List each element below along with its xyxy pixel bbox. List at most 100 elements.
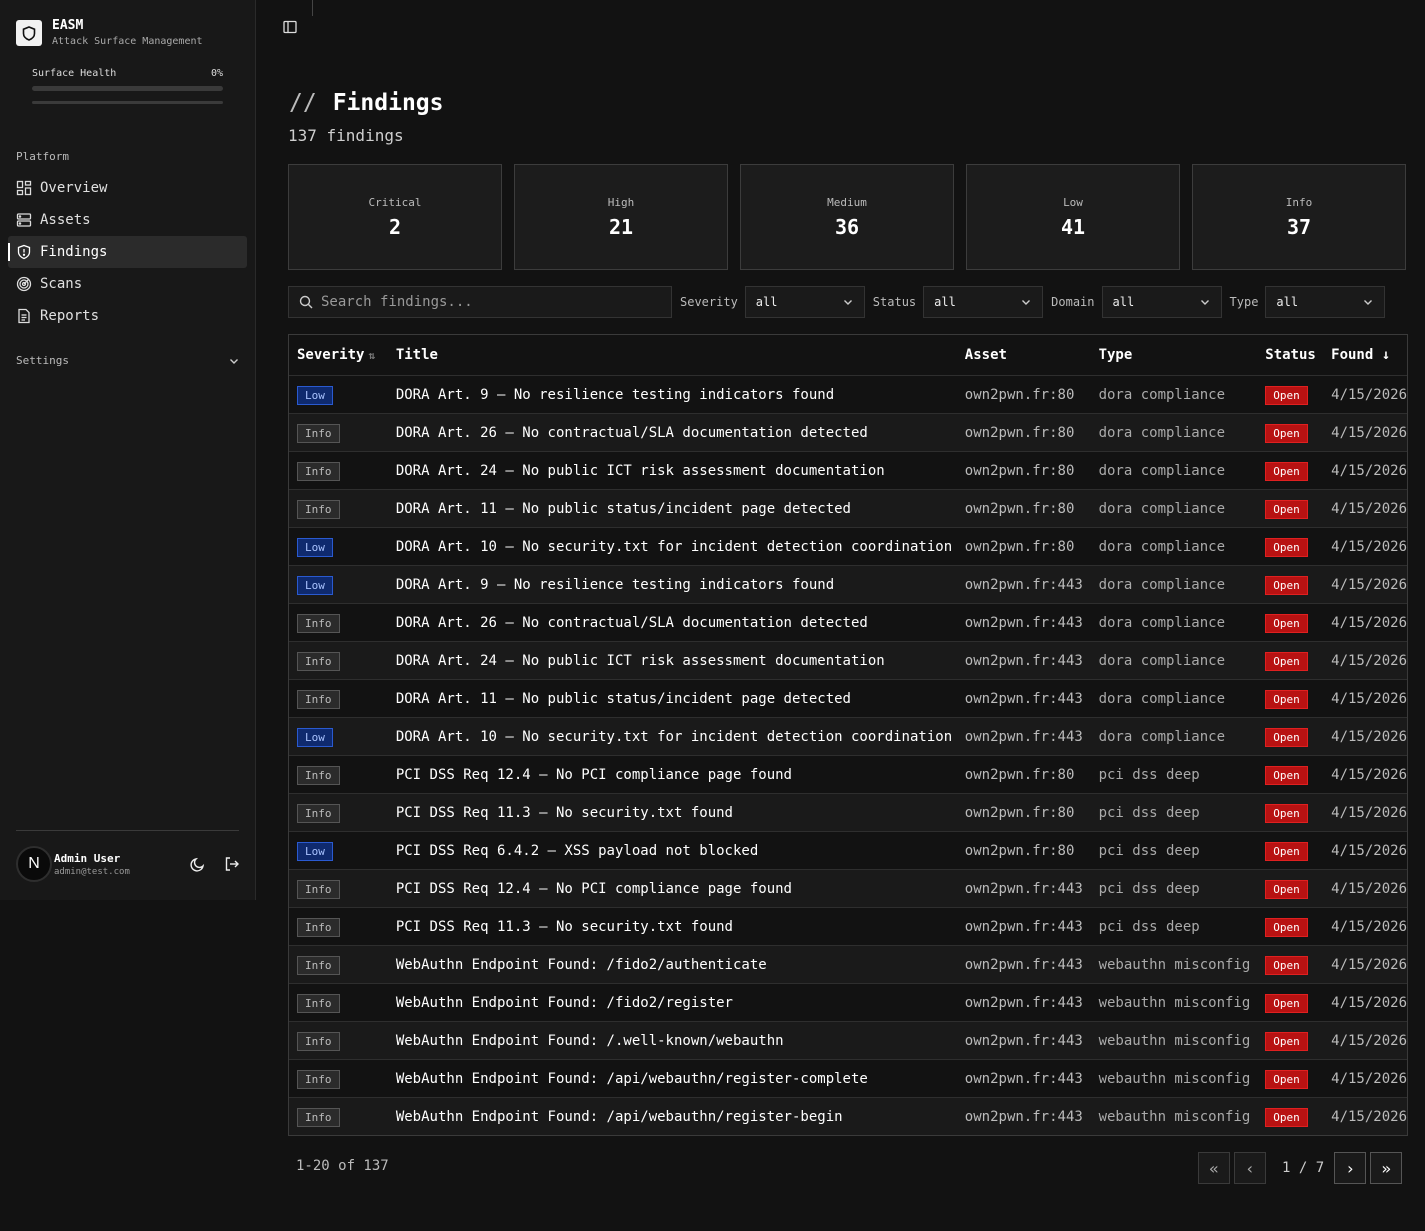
- status-badge: Open: [1265, 500, 1308, 519]
- chevron-left-icon: ‹: [1245, 1158, 1255, 1178]
- table-row[interactable]: Info PCI DSS Req 11.3 — No security.txt f…: [289, 907, 1407, 945]
- logout-icon[interactable]: [224, 856, 240, 872]
- finding-date: 4/15/2026: [1331, 1032, 1407, 1049]
- table-row[interactable]: Low DORA Art. 10 — No security.txt for in…: [289, 527, 1407, 565]
- status-badge: Open: [1265, 1108, 1308, 1127]
- card-medium[interactable]: Medium 36: [740, 164, 954, 270]
- table-row[interactable]: Info WebAuthn Endpoint Found: /fido2/regi…: [289, 983, 1407, 1021]
- table-row[interactable]: Low DORA Art. 9 — No resilience testing i…: [289, 375, 1407, 413]
- table-row[interactable]: Info DORA Art. 24 — No public ICT risk as…: [289, 451, 1407, 489]
- prev-page-button[interactable]: ‹: [1234, 1152, 1266, 1184]
- avatar[interactable]: N: [16, 846, 52, 882]
- card-high[interactable]: High 21: [514, 164, 728, 270]
- finding-type: webauthn misconfig: [1098, 1108, 1251, 1125]
- finding-title: DORA Art. 9 — No resilience testing indi…: [395, 386, 835, 403]
- table-row[interactable]: Info PCI DSS Req 12.4 — No PCI compliance…: [289, 755, 1407, 793]
- health-label: Surface Health: [32, 68, 117, 79]
- severity-badge: Info: [297, 614, 340, 633]
- table-row[interactable]: Info WebAuthn Endpoint Found: /.well-know…: [289, 1021, 1407, 1059]
- severity-badge: Info: [297, 500, 340, 519]
- severity-summary: Critical 2 High 21 Medium 36 Low 41 Info 37: [288, 164, 1406, 270]
- first-page-button[interactable]: «: [1198, 1152, 1230, 1184]
- sidebar-item-findings[interactable]: Findings: [8, 236, 247, 268]
- sidebar-divider: [16, 830, 239, 831]
- chevrons-right-icon: »: [1381, 1158, 1391, 1178]
- finding-date: 4/15/2026: [1331, 614, 1407, 631]
- last-page-button[interactable]: »: [1370, 1152, 1403, 1184]
- finding-asset: own2pwn.fr:443: [964, 994, 1083, 1011]
- finding-title: PCI DSS Req 11.3 — No security.txt found: [395, 918, 733, 935]
- user-menu[interactable]: N Admin User admin@test.com: [16, 844, 240, 884]
- finding-asset: own2pwn.fr:443: [964, 614, 1083, 631]
- finding-title: DORA Art. 24 — No public ICT risk assess…: [395, 462, 885, 479]
- table-row[interactable]: Info WebAuthn Endpoint Found: /api/webaut…: [289, 1059, 1407, 1097]
- status-badge: Open: [1265, 918, 1308, 937]
- page-title: //Findings: [289, 90, 444, 116]
- card-label: Info: [1285, 195, 1313, 209]
- column-status[interactable]: Status: [1265, 347, 1331, 363]
- settings-label: Settings: [16, 354, 69, 367]
- table-row[interactable]: Info DORA Art. 11 — No public status/inci…: [289, 489, 1407, 527]
- table-row[interactable]: Info WebAuthn Endpoint Found: /api/webaut…: [289, 1097, 1407, 1135]
- finding-title: WebAuthn Endpoint Found: /api/webauthn/r…: [395, 1108, 843, 1125]
- table-row[interactable]: Info DORA Art. 26 — No contractual/SLA do…: [289, 413, 1407, 451]
- table-row[interactable]: Info DORA Art. 24 — No public ICT risk as…: [289, 641, 1407, 679]
- card-value: 36: [834, 214, 860, 239]
- column-type[interactable]: Type: [1099, 347, 1266, 363]
- severity-select[interactable]: all: [744, 286, 865, 318]
- table-row[interactable]: Low DORA Art. 10 — No security.txt for in…: [289, 717, 1407, 755]
- column-severity[interactable]: Severity ⇅: [289, 347, 396, 363]
- finding-asset: own2pwn.fr:80: [964, 804, 1075, 821]
- chevron-down-icon: [1364, 300, 1373, 305]
- finding-date: 4/15/2026: [1331, 804, 1407, 821]
- finding-type: dora compliance: [1098, 614, 1225, 631]
- domain-select[interactable]: all: [1101, 286, 1222, 318]
- app-subtitle: Attack Surface Management: [52, 36, 203, 47]
- severity-badge: Info: [297, 690, 340, 709]
- finding-date: 4/15/2026: [1331, 728, 1407, 745]
- severity-badge: Info: [297, 766, 340, 785]
- table-row[interactable]: Low PCI DSS Req 6.4.2 — XSS payload not b…: [289, 831, 1407, 869]
- table-row[interactable]: Info PCI DSS Req 12.4 — No PCI compliance…: [289, 869, 1407, 907]
- finding-type: pci dss deep: [1098, 842, 1200, 859]
- moon-icon[interactable]: [190, 856, 206, 872]
- finding-date: 4/15/2026: [1331, 1108, 1407, 1125]
- settings-toggle[interactable]: Settings: [16, 354, 240, 367]
- status-filter-label: Status: [872, 295, 917, 309]
- pagination-range: 1-20 of 137: [296, 1158, 389, 1174]
- table-row[interactable]: Info DORA Art. 26 — No contractual/SLA do…: [289, 603, 1407, 641]
- card-critical[interactable]: Critical 2: [288, 164, 502, 270]
- table-row[interactable]: Info PCI DSS Req 11.3 — No security.txt f…: [289, 793, 1407, 831]
- sidebar-item-scans[interactable]: Scans: [8, 268, 247, 300]
- sidebar-toggle-button[interactable]: [282, 19, 298, 39]
- card-low[interactable]: Low 41: [966, 164, 1180, 270]
- shield-logo-icon: [16, 20, 42, 46]
- column-title[interactable]: Title: [396, 347, 965, 363]
- finding-title: DORA Art. 11 — No public status/incident…: [395, 500, 851, 517]
- sidebar-item-label: Overview: [40, 180, 108, 196]
- column-asset[interactable]: Asset: [965, 347, 1099, 363]
- finding-date: 4/15/2026: [1331, 538, 1407, 555]
- file-icon: [18, 308, 30, 324]
- finding-asset: own2pwn.fr:80: [964, 462, 1075, 479]
- column-found[interactable]: Found ↓: [1331, 347, 1407, 363]
- table-row[interactable]: Info WebAuthn Endpoint Found: /fido2/auth…: [289, 945, 1407, 983]
- table-row[interactable]: Low DORA Art. 9 — No resilience testing i…: [289, 565, 1407, 603]
- status-badge: Open: [1265, 766, 1308, 785]
- status-badge: Open: [1265, 842, 1308, 861]
- brand[interactable]: EASM Attack Surface Management: [16, 18, 203, 50]
- user-name: Admin User: [54, 851, 121, 865]
- finding-asset: own2pwn.fr:443: [964, 690, 1083, 707]
- search-input[interactable]: [321, 294, 641, 310]
- table-row[interactable]: Info DORA Art. 11 — No public status/inci…: [289, 679, 1407, 717]
- card-info[interactable]: Info 37: [1192, 164, 1406, 270]
- sidebar-item-overview[interactable]: Overview: [8, 172, 247, 204]
- next-page-button[interactable]: ›: [1334, 1152, 1367, 1184]
- type-select[interactable]: all: [1265, 286, 1386, 318]
- finding-asset: own2pwn.fr:80: [964, 424, 1075, 441]
- sidebar-item-reports[interactable]: Reports: [8, 300, 247, 332]
- sidebar-item-assets[interactable]: Assets: [8, 204, 247, 236]
- status-badge: Open: [1265, 576, 1308, 595]
- finding-asset: own2pwn.fr:80: [964, 842, 1075, 859]
- status-select[interactable]: all: [923, 286, 1044, 318]
